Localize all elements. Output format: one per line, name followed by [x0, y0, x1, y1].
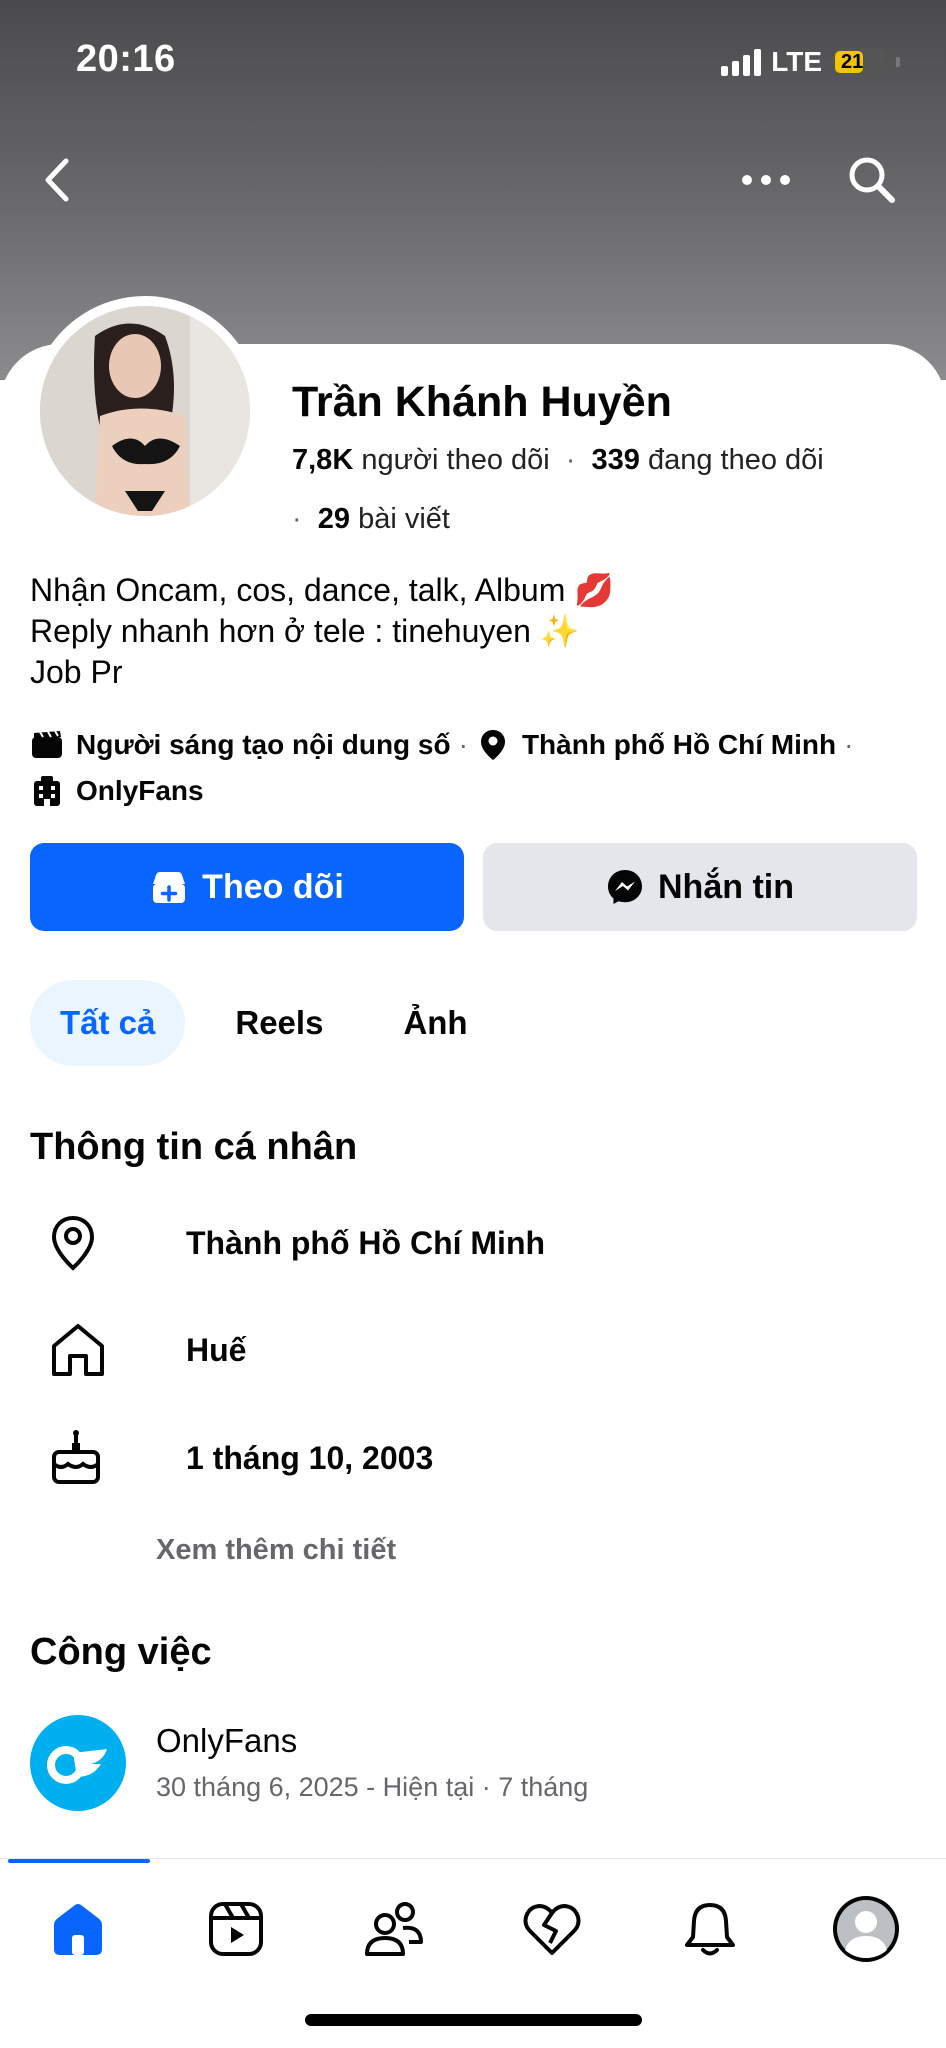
info-row-birthday[interactable]: 1 tháng 10, 2003 [30, 1423, 910, 1493]
add-friend-icon [153, 872, 186, 903]
avatar[interactable] [40, 306, 250, 516]
profile-meta-work: OnlyFans [30, 774, 204, 808]
profile-photo [40, 306, 250, 516]
nav-reels[interactable] [196, 1889, 276, 1969]
posts-stats: · 29 bài viết [292, 503, 450, 535]
tab-all[interactable]: Tất cả [30, 980, 186, 1066]
signal-icon [721, 48, 762, 76]
nav-home[interactable] [38, 1889, 118, 1969]
nav-dating[interactable] [512, 1889, 592, 1969]
friends-icon [365, 1902, 423, 1956]
info-birthday: 1 tháng 10, 2003 [186, 1439, 434, 1476]
nav-friends[interactable] [354, 1889, 434, 1969]
status-time: 20:16 [76, 38, 176, 80]
onlyfans-logo[interactable] [30, 1715, 126, 1811]
posts-label: bài viết [358, 503, 450, 535]
bio-line: Nhận Oncam, cos, dance, talk, Album 💋 [30, 572, 615, 608]
profile-meta: Người sáng tạo nội dung số · Thành phố H… [30, 728, 861, 762]
home-indicator[interactable] [305, 2014, 642, 2026]
nav-notifications[interactable] [670, 1889, 750, 1969]
chevron-left-icon [45, 158, 69, 202]
follow-label: Theo dõi [202, 867, 344, 906]
bio-line: Job Pr [30, 654, 123, 690]
birthday-cake-icon [30, 1423, 126, 1493]
info-row-hometown[interactable]: Huế [30, 1315, 910, 1385]
message-label: Nhắn tin [658, 867, 794, 906]
back-button[interactable] [28, 150, 88, 210]
meta-workplace[interactable]: OnlyFans [76, 775, 204, 807]
battery-icon: 21 [832, 48, 886, 76]
message-button[interactable]: Nhắn tin [483, 843, 917, 931]
profile-name: Trần Khánh Huyền [292, 378, 672, 426]
network-label: LTE [771, 46, 822, 77]
creator-category[interactable]: Người sáng tạo nội dung số [76, 729, 451, 761]
more-options-button[interactable] [736, 150, 796, 210]
home-icon [54, 1904, 102, 1955]
bio: Nhận Oncam, cos, dance, talk, Album 💋 Re… [30, 570, 614, 693]
more-horizontal-icon [742, 175, 790, 185]
following-count[interactable]: 339 [592, 444, 640, 476]
search-button[interactable] [842, 150, 902, 210]
reels-icon [209, 1902, 263, 1956]
followers-count[interactable]: 7,8K [292, 444, 353, 476]
building-icon [30, 774, 64, 808]
info-row-current-city[interactable]: Thành phố Hồ Chí Minh [30, 1208, 910, 1278]
active-tab-indicator [8, 1859, 150, 1863]
search-icon [849, 157, 895, 203]
bio-line: Reply nhanh hơn ở tele : tinehuyen ✨ [30, 613, 580, 649]
work-company[interactable]: OnlyFans [156, 1722, 297, 1760]
work-section-title: Công việc [30, 1631, 212, 1673]
following-label[interactable]: đang theo dõi [648, 444, 824, 476]
location-pin-outline-icon [30, 1208, 126, 1278]
personal-info-title: Thông tin cá nhân [30, 1126, 358, 1168]
bell-icon [685, 1903, 735, 1956]
see-more-details-link[interactable]: Xem thêm chi tiết [156, 1534, 396, 1567]
battery-level: 21 [841, 51, 864, 73]
heart-icon [523, 1904, 581, 1955]
status-bar: 20:16 LTE 21 [0, 0, 946, 120]
home-outline-icon [30, 1315, 126, 1385]
meta-location[interactable]: Thành phố Hồ Chí Minh [522, 729, 836, 761]
info-current-city: Thành phố Hồ Chí Minh [186, 1224, 546, 1261]
messenger-icon [608, 870, 642, 904]
tab-reels[interactable]: Reels [205, 980, 353, 1066]
nav-profile-menu[interactable] [826, 1889, 906, 1969]
location-pin-icon [476, 728, 510, 762]
follow-stats: 7,8K người theo dõi · 339 đang theo dõi [292, 444, 824, 476]
tab-photos[interactable]: Ảnh [373, 980, 497, 1066]
posts-count: 29 [317, 503, 350, 535]
profile-tabs: Tất cả Reels Ảnh [30, 980, 498, 1066]
info-hometown: Huế [186, 1331, 247, 1368]
clapperboard-icon [30, 728, 64, 762]
followers-label[interactable]: người theo dõi [361, 444, 549, 476]
status-indicators: LTE 21 [721, 44, 900, 80]
profile-avatar-icon [833, 1896, 899, 1962]
work-period: 30 tháng 6, 2025 - Hiện tại · 7 tháng [156, 1772, 589, 1802]
follow-button[interactable]: Theo dõi [30, 843, 464, 931]
